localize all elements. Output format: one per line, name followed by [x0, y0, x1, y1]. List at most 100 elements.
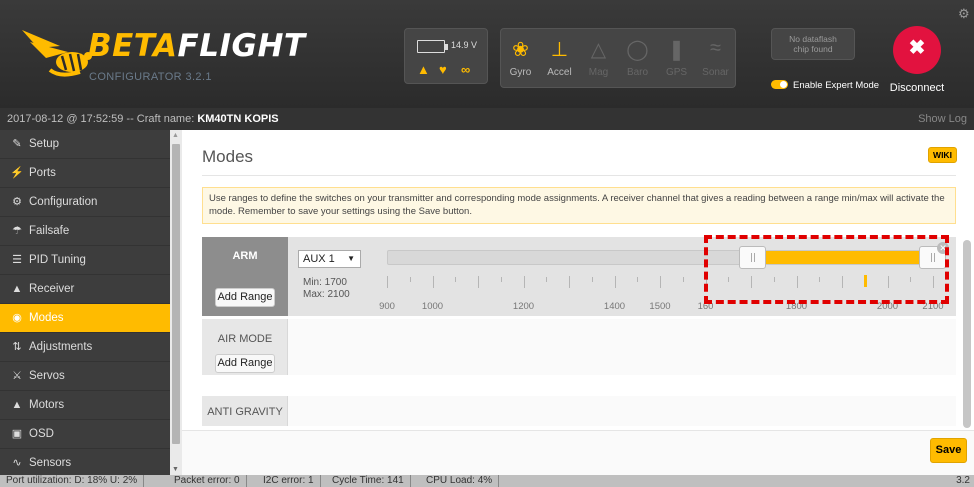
sidebar-item-label: Adjustments — [29, 341, 93, 353]
sidebar-item-label: Motors — [29, 399, 65, 411]
divider — [202, 175, 956, 176]
scale-label: 1200 — [512, 301, 535, 312]
scroll-up-icon[interactable]: ▲ — [172, 132, 179, 139]
scale-tick — [637, 277, 639, 282]
status-bar: Port utilization: D: 18% U: 2% Packet er… — [0, 475, 974, 487]
scale-tick — [591, 277, 593, 282]
channel-select[interactable]: AUX 1 ▼ — [298, 250, 361, 268]
scale-label: 1500 — [649, 301, 671, 312]
app-header: BETAFLIGHT CONFIGURATOR 3.2.1 14.9 V ▲ ♥… — [0, 0, 974, 108]
sonar-icon: ≈ — [710, 37, 721, 59]
scroll-down-icon[interactable]: ▼ — [172, 466, 179, 473]
toggle-icon[interactable] — [771, 80, 788, 89]
sidebar-scrollbar[interactable]: ▲ ▼ — [170, 130, 182, 475]
sensor-label: GPS — [665, 67, 688, 78]
logo-wordmark: BETAFLIGHT — [88, 28, 306, 64]
port-utilization: Port utilization: D: 18% U: 2% — [0, 475, 145, 487]
expert-mode-label: Enable Expert Mode — [793, 80, 880, 91]
scale-tick — [409, 277, 411, 282]
info-note: Use ranges to define the switches on you… — [202, 187, 956, 224]
scale-tick — [614, 276, 616, 288]
settings-gear-icon[interactable]: ⚙ — [958, 6, 970, 22]
sidebar-item-label: Configuration — [29, 196, 98, 208]
usb-disconnect-icon: ✖ — [908, 37, 926, 59]
sidebar-item-pid-tuning[interactable]: ☰ PID Tuning — [0, 246, 170, 275]
sidebar-item-label: Ports — [29, 167, 56, 179]
dataflash-line1: No dataflash — [789, 34, 837, 44]
toggle-icon: ◉ — [12, 312, 22, 324]
sidebar: ✎ Setup ⚡ Ports ⚙ Configuration ☂ Failsafe ☰ PID … — [0, 130, 170, 475]
add-range-button-air-mode[interactable]: Add Range — [215, 354, 275, 373]
add-range-button-arm[interactable]: Add Range — [215, 288, 275, 307]
scale-tick — [660, 276, 661, 288]
failsafe-icon: ♥ — [439, 62, 447, 77]
mode-row-anti-gravity: ANTI GRAVITY — [202, 396, 956, 426]
sliders-icon: ☰ — [12, 254, 22, 266]
sidebar-item-label: Sensors — [29, 457, 72, 469]
sidebar-item-label: Receiver — [29, 283, 75, 295]
cpu-load: CPU Load: 4% — [420, 475, 500, 487]
sidebar-item-setup[interactable]: ✎ Setup — [0, 130, 170, 159]
sidebar-scroll-thumb[interactable] — [172, 144, 180, 444]
scale-tick — [682, 277, 684, 282]
sidebar-item-label: Modes — [29, 312, 64, 324]
link-icon: ∞ — [461, 62, 471, 77]
arming-warning-icon: ▲ — [417, 62, 430, 77]
sidebar-item-motors[interactable]: ▲ Motors — [0, 391, 170, 420]
scale-tick — [523, 276, 525, 288]
dataflash-status: No dataflash chip found — [771, 28, 855, 60]
sensor-label: Baro — [626, 67, 649, 78]
mode-label-cell: ARM Add Range — [202, 237, 288, 316]
save-button[interactable]: Save — [930, 438, 967, 463]
mag-icon: △ — [590, 39, 607, 61]
highlight-annotation — [704, 235, 949, 304]
adjustments-icon: ⇅ — [12, 341, 22, 353]
save-bar — [182, 430, 974, 475]
logo-main: BETA — [88, 28, 178, 64]
sidebar-item-failsafe[interactable]: ☂ Failsafe — [0, 217, 170, 246]
sidebar-item-sensors[interactable]: ∿ Sensors — [0, 449, 170, 475]
mode-name-arm: ARM — [232, 250, 258, 262]
sidebar-item-label: PID Tuning — [29, 254, 86, 266]
scale-label: 1400 — [603, 301, 626, 312]
chevron-down-icon: ▼ — [347, 254, 355, 263]
scale-label: 900 — [379, 301, 395, 312]
dataflash-line2: chip found — [793, 44, 833, 54]
session-info: 2017-08-12 @ 17:52:59 -- Craft name: — [7, 113, 198, 125]
gps-icon: ❚ — [668, 39, 685, 61]
osd-icon: ▣ — [11, 428, 23, 440]
cycle-time: Cycle Time: 141 — [326, 475, 411, 487]
mode-label-cell: AIR MODE Add Range — [202, 319, 288, 375]
sidebar-item-servos[interactable]: ⚔ Servos — [0, 362, 170, 391]
expert-mode-switch[interactable]: Enable Expert Mode — [771, 80, 879, 91]
scale-label: 1000 — [421, 301, 444, 312]
show-log-link[interactable]: Show Log — [918, 108, 967, 130]
channel-select-value: AUX 1 — [303, 253, 335, 265]
battery-icon — [417, 40, 448, 53]
wiki-button[interactable]: WIKI — [928, 147, 957, 163]
disconnect-button[interactable]: ✖ — [893, 26, 941, 74]
sensor-label: Accel — [547, 67, 572, 78]
sidebar-item-ports[interactable]: ⚡ Ports — [0, 159, 170, 188]
mode-row-air-mode: AIR MODE Add Range — [202, 319, 956, 375]
scale-tick — [500, 277, 502, 282]
sidebar-item-modes[interactable]: ◉ Modes — [0, 304, 170, 333]
sidebar-item-label: Servos — [29, 370, 65, 382]
content-scrollbar[interactable] — [963, 240, 971, 428]
plug-icon: ⚡ — [10, 167, 24, 179]
range-max-label: Max: 2100 — [303, 289, 350, 300]
antenna-icon: ▲ — [11, 283, 23, 295]
sidebar-item-receiver[interactable]: ▲ Receiver — [0, 275, 170, 304]
sidebar-item-configuration[interactable]: ⚙ Configuration — [0, 188, 170, 217]
scale-tick — [569, 276, 570, 288]
sensor-gps: ❚ GPS — [657, 29, 696, 87]
sensors-icon: ∿ — [12, 457, 22, 469]
sidebar-item-adjustments[interactable]: ⇅ Adjustments — [0, 333, 170, 362]
scale-tick — [455, 277, 457, 282]
mode-name-air-mode: AIR MODE — [217, 333, 273, 345]
firmware-version: 3.2 — [956, 475, 970, 486]
sidebar-item-osd[interactable]: ▣ OSD — [0, 420, 170, 449]
disconnect-label[interactable]: Disconnect — [884, 82, 950, 94]
packet-error: Packet error: 0 — [168, 475, 247, 487]
sensor-label: Gyro — [509, 67, 532, 78]
